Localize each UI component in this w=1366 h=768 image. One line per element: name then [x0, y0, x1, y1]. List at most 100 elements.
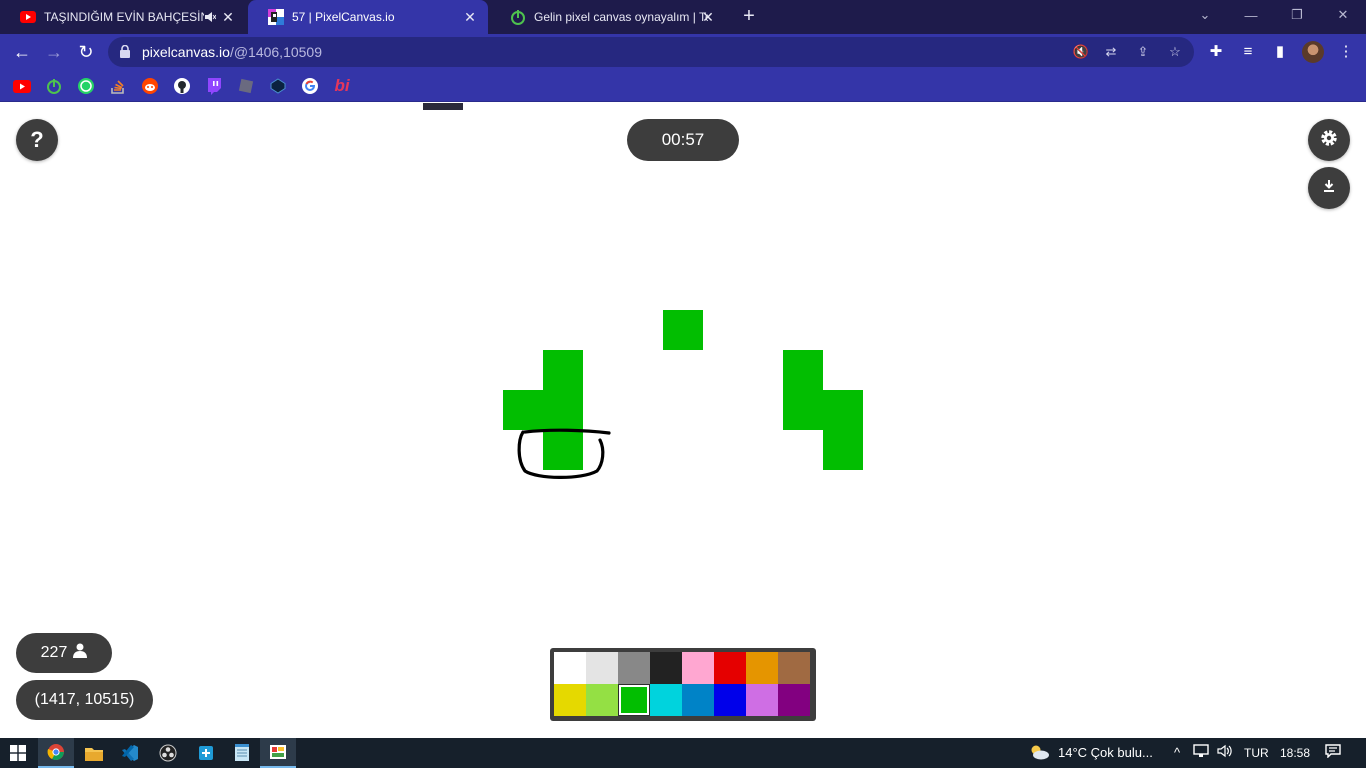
- vscode-icon[interactable]: [112, 738, 148, 768]
- app-icon[interactable]: [188, 738, 224, 768]
- menu-kebab-icon[interactable]: ⋮: [1334, 40, 1358, 64]
- close-tab-icon[interactable]: ✕: [220, 9, 236, 25]
- roblox-icon[interactable]: [236, 76, 256, 96]
- tab-title: Gelin pixel canvas oynayalım | Te: [534, 10, 708, 24]
- palette-swatch[interactable]: [650, 652, 682, 684]
- weather-text[interactable]: 14°C Çok bulu...: [1058, 745, 1153, 760]
- canvas-pixel[interactable]: [543, 390, 583, 430]
- power-icon[interactable]: [44, 76, 64, 96]
- canvas-pixel[interactable]: [823, 390, 863, 430]
- online-count: 227: [40, 644, 68, 661]
- github-icon[interactable]: [172, 76, 192, 96]
- lock-icon[interactable]: [120, 44, 130, 58]
- notepad-icon[interactable]: [224, 738, 260, 768]
- palette-swatch[interactable]: [650, 684, 682, 716]
- back-arrow-icon[interactable]: ←: [10, 40, 34, 64]
- forward-arrow-icon[interactable]: →: [42, 40, 66, 64]
- reload-icon[interactable]: ↻: [74, 40, 98, 64]
- file-explorer-icon[interactable]: [76, 738, 112, 768]
- power-icon: [510, 9, 526, 25]
- extensions-icon[interactable]: ✚: [1204, 40, 1228, 64]
- tab-strip: TAŞINDIĞIM EVİN BAHÇESİN ✕ 57 | PixelCan…: [0, 0, 1366, 34]
- close-tab-icon[interactable]: ✕: [700, 9, 716, 25]
- canvas-edge-marker: [423, 103, 463, 110]
- help-button[interactable]: ?: [16, 119, 58, 161]
- side-panel-icon[interactable]: ▮: [1268, 40, 1292, 64]
- browser-toolbar: ← → ↻ pixelcanvas.io/@1406,10509 🔇 ⇄ ⇪ ☆…: [0, 34, 1366, 70]
- canvas-pixel[interactable]: [783, 390, 823, 430]
- mute-icon[interactable]: [204, 10, 217, 24]
- notification-center-icon[interactable]: [1324, 744, 1342, 762]
- bookmarks-bar: bi: [0, 70, 1366, 102]
- online-users-counter: 227: [16, 633, 112, 673]
- canvas-pixel[interactable]: [663, 310, 703, 350]
- chevron-up-icon[interactable]: ^: [1168, 744, 1186, 762]
- canvas-pixel[interactable]: [543, 350, 583, 390]
- gear-icon: [1320, 129, 1338, 152]
- close-tab-icon[interactable]: ✕: [462, 9, 478, 25]
- palette-swatch[interactable]: [554, 684, 586, 716]
- url-text: pixelcanvas.io/@1406,10509: [142, 44, 322, 60]
- share-icon[interactable]: ⇪: [1134, 43, 1152, 61]
- download-button[interactable]: [1308, 167, 1350, 209]
- clock[interactable]: 18:58: [1280, 746, 1310, 760]
- palette-swatch[interactable]: [746, 684, 778, 716]
- tab-title: 57 | PixelCanvas.io: [292, 10, 395, 24]
- network-icon[interactable]: [1192, 744, 1210, 762]
- windows-taskbar: 14°C Çok bulu... ^ TUR 18:58: [0, 738, 1366, 768]
- stackoverflow-icon[interactable]: [108, 76, 128, 96]
- tab-pixelcanvas[interactable]: 57 | PixelCanvas.io ✕: [248, 0, 488, 34]
- user-icon: [73, 643, 88, 663]
- palette-swatch[interactable]: [554, 652, 586, 684]
- palette-swatch[interactable]: [618, 652, 650, 684]
- paint-icon[interactable]: [260, 738, 296, 768]
- tab-forum[interactable]: Gelin pixel canvas oynayalım | Te ✕: [490, 0, 726, 34]
- obs-icon[interactable]: [150, 738, 186, 768]
- google-icon[interactable]: [300, 76, 320, 96]
- bi-icon[interactable]: bi: [332, 76, 352, 96]
- tab-title: TAŞINDIĞIM EVİN BAHÇESİN: [44, 10, 204, 24]
- codepen-icon[interactable]: [268, 76, 288, 96]
- windows-start-icon[interactable]: [0, 738, 36, 768]
- youtube-icon[interactable]: [12, 76, 32, 96]
- twitch-icon[interactable]: [204, 76, 224, 96]
- palette-swatch[interactable]: [714, 684, 746, 716]
- media-control-icon[interactable]: ≡: [1236, 40, 1260, 64]
- volume-icon[interactable]: [1216, 744, 1234, 762]
- bookmark-star-icon[interactable]: ☆: [1166, 43, 1184, 61]
- close-window-button[interactable]: ✕: [1320, 0, 1366, 30]
- palette-swatch[interactable]: [682, 684, 714, 716]
- palette-swatch[interactable]: [778, 684, 810, 716]
- palette-swatch[interactable]: [714, 652, 746, 684]
- canvas-pixel[interactable]: [823, 430, 863, 470]
- canvas-pixel[interactable]: [783, 350, 823, 390]
- profile-avatar[interactable]: [1302, 41, 1324, 63]
- url-host: pixelcanvas.io: [142, 44, 230, 60]
- translate-icon[interactable]: ⇄: [1102, 43, 1120, 61]
- restore-button[interactable]: ❐: [1274, 0, 1320, 30]
- palette-swatch[interactable]: [778, 652, 810, 684]
- cooldown-timer: 00:57: [627, 119, 739, 161]
- settings-button[interactable]: [1308, 119, 1350, 161]
- download-icon: [1322, 179, 1336, 198]
- whatsapp-icon[interactable]: [76, 76, 96, 96]
- palette-swatch[interactable]: [586, 684, 618, 716]
- chrome-icon[interactable]: [38, 738, 74, 768]
- tab-search-icon[interactable]: ⌄: [1182, 0, 1228, 30]
- site-sound-icon[interactable]: 🔇: [1072, 43, 1090, 61]
- cursor-scribble-marker: [517, 428, 611, 479]
- palette-swatch[interactable]: [618, 684, 650, 716]
- canvas-pixel[interactable]: [503, 390, 543, 430]
- language-indicator[interactable]: TUR: [1244, 746, 1269, 760]
- weather-cloud-icon[interactable]: [1028, 744, 1050, 762]
- palette-swatch[interactable]: [682, 652, 714, 684]
- reddit-icon[interactable]: [140, 76, 160, 96]
- tab-youtube[interactable]: TAŞINDIĞIM EVİN BAHÇESİN ✕: [0, 0, 246, 34]
- new-tab-button[interactable]: +: [738, 5, 760, 27]
- minimize-button[interactable]: —: [1228, 0, 1274, 30]
- pixel-canvas-page[interactable]: ? 00:57 227 (1417, 10515): [0, 103, 1366, 738]
- address-bar[interactable]: pixelcanvas.io/@1406,10509 🔇 ⇄ ⇪ ☆: [108, 37, 1194, 67]
- pixelcanvas-icon: [268, 9, 284, 25]
- palette-swatch[interactable]: [586, 652, 618, 684]
- palette-swatch[interactable]: [746, 652, 778, 684]
